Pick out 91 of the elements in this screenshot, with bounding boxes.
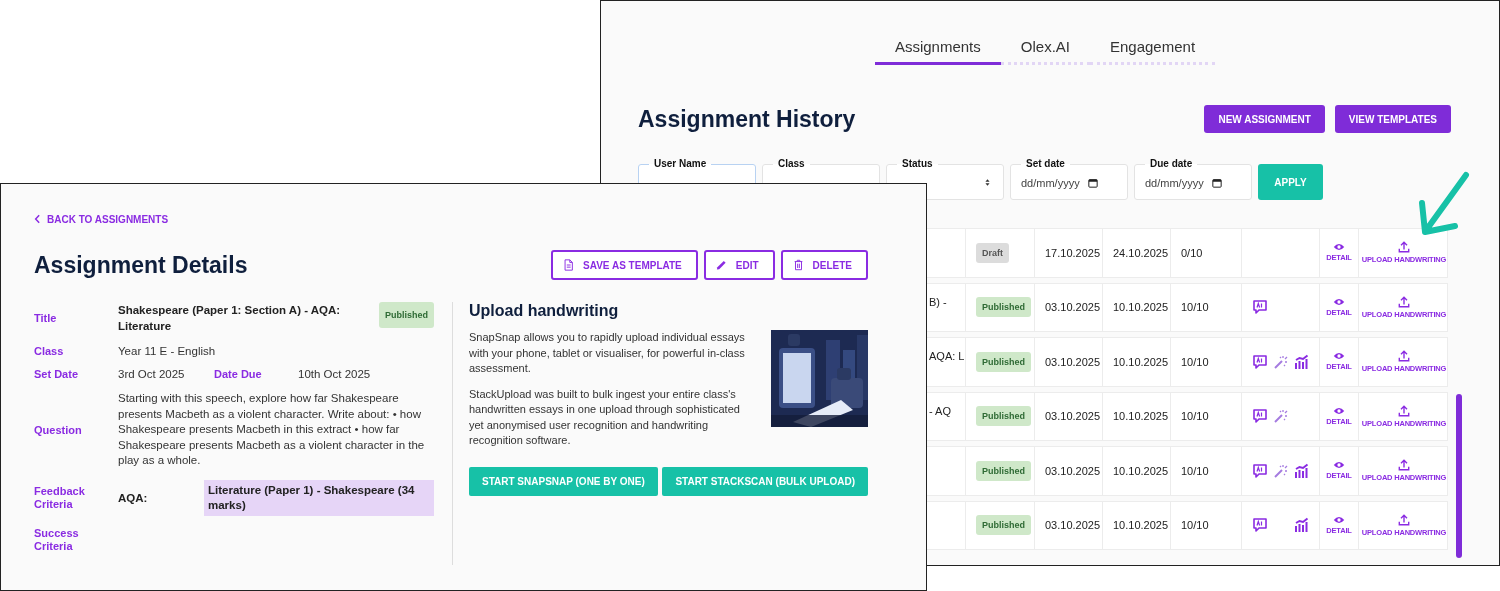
tab[interactable]: Engagement bbox=[1090, 34, 1216, 65]
table-cell: 10.10.2025 bbox=[1113, 301, 1169, 314]
table-cell: 10.10.2025 bbox=[1113, 519, 1169, 532]
paragraph: StackUpload was built to bulk ingest your entire class's handwritten essays in one upload through sophisticated yet anonymised user recognition and handwriting recognition software. bbox=[469, 386, 741, 448]
table-cell: 17.10.2025 bbox=[1045, 246, 1101, 259]
scrollbar[interactable] bbox=[1456, 394, 1462, 558]
upload-icon bbox=[1398, 295, 1410, 308]
table-cell: 10/10 bbox=[1181, 355, 1209, 368]
magic-wand-icon[interactable] bbox=[1273, 408, 1289, 425]
calendar-icon bbox=[1087, 177, 1098, 188]
exam-board: AQA: bbox=[118, 491, 149, 504]
pencil-icon bbox=[715, 259, 727, 271]
chat-bubble-icon[interactable] bbox=[1252, 408, 1268, 425]
criteria-tag: Literature (Paper 1) - Shakespeare (34 marks) bbox=[204, 479, 434, 516]
table-cell: 03.10.2025 bbox=[1045, 464, 1101, 477]
paragraph: SnapSnap allows you to rapidly upload individual essays with your phone, tablet or visualiser, for powerful in-class assessment. bbox=[469, 330, 746, 376]
table-cell: 10.10.2025 bbox=[1113, 464, 1169, 477]
section-heading: Upload handwriting bbox=[469, 302, 620, 320]
upload-icon bbox=[1398, 241, 1410, 254]
trash-icon bbox=[792, 259, 804, 271]
status-badge: Draft bbox=[976, 242, 1009, 263]
field-label: Class bbox=[34, 345, 65, 357]
field-value: Year 11 E - English bbox=[118, 345, 217, 357]
field-label: Date Due bbox=[214, 368, 263, 380]
question-text: Starting with this speech, explore how far Shakespeare presents Macbeth as a violent character. Write about: • how Shakespeare presents Macbeth in this extract • how far Shakespeare presents Macbeth as a violent character in the play as a whole. bbox=[118, 391, 426, 468]
field-label: Title bbox=[34, 312, 58, 324]
table-cell: 03.10.2025 bbox=[1045, 519, 1101, 532]
bar-chart-icon[interactable] bbox=[1294, 462, 1310, 479]
tab[interactable]: Assignments bbox=[874, 34, 1001, 65]
status-badge: Published bbox=[976, 351, 1031, 372]
calendar-icon bbox=[1211, 177, 1222, 188]
upload-icon bbox=[1398, 459, 1410, 472]
eye-icon bbox=[1333, 461, 1345, 470]
chat-bubble-icon[interactable] bbox=[1252, 517, 1268, 534]
field-label: Set Date bbox=[34, 368, 80, 380]
chat-bubble-icon[interactable] bbox=[1252, 353, 1268, 370]
filter-field[interactable]: Due date dd/mm/yyyy bbox=[1134, 158, 1252, 200]
magic-wand-icon[interactable] bbox=[1273, 462, 1289, 479]
table-cell: 03.10.2025 bbox=[1045, 355, 1101, 368]
primary-button[interactable]: NEW ASSIGNMENT bbox=[1204, 105, 1325, 133]
date-placeholder: dd/mm/yyyy bbox=[1145, 176, 1204, 189]
upload-icon bbox=[1398, 350, 1410, 363]
upload-icon bbox=[1398, 513, 1410, 526]
date-placeholder: dd/mm/yyyy bbox=[1021, 176, 1080, 189]
field-label: Feedback Criteria bbox=[34, 484, 86, 511]
magic-wand-icon[interactable] bbox=[1273, 353, 1289, 370]
page-title: Assignment History bbox=[638, 105, 856, 133]
table-cell: 10/10 bbox=[1181, 301, 1209, 314]
eye-icon bbox=[1333, 406, 1345, 415]
table-cell: 03.10.2025 bbox=[1045, 410, 1101, 423]
outline-button[interactable]: DELETE bbox=[780, 250, 868, 280]
filter-field[interactable]: Set date dd/mm/yyyy bbox=[1010, 158, 1128, 200]
field-label: Question bbox=[34, 423, 83, 436]
field-value: 3rd Oct 2025 bbox=[118, 368, 186, 380]
table-cell: AQA: L bbox=[929, 350, 965, 362]
chevron-left-icon bbox=[34, 214, 41, 224]
status-badge: Published bbox=[976, 460, 1031, 481]
table-cell: 10/10 bbox=[1181, 464, 1209, 477]
chat-bubble-icon[interactable] bbox=[1252, 299, 1268, 316]
table-cell: 10/10 bbox=[1181, 410, 1209, 423]
table-cell: B) - bbox=[929, 295, 947, 308]
eye-icon bbox=[1333, 297, 1345, 306]
table-cell: - AQ bbox=[929, 404, 951, 417]
tab[interactable]: Olex.AI bbox=[1000, 34, 1090, 65]
back-link[interactable]: BACK TO ASSIGNMENTS bbox=[34, 213, 169, 225]
select-caret-icon bbox=[985, 178, 990, 187]
primary-button[interactable]: VIEW TEMPLATES bbox=[1334, 105, 1451, 133]
page-title: Assignment Details bbox=[34, 251, 248, 279]
outline-button[interactable]: SAVE AS TEMPLATE bbox=[551, 250, 698, 280]
table-cell: 03.10.2025 bbox=[1045, 301, 1101, 314]
bar-chart-icon[interactable] bbox=[1294, 353, 1310, 370]
table-cell: 0/10 bbox=[1181, 246, 1203, 259]
eye-icon bbox=[1333, 243, 1345, 252]
table-cell: 10/10 bbox=[1181, 519, 1209, 532]
document-icon bbox=[563, 259, 575, 271]
table-cell: 24.10.2025 bbox=[1113, 246, 1169, 259]
table-cell: 10.10.2025 bbox=[1113, 355, 1169, 368]
field-label: Success Criteria bbox=[34, 526, 80, 553]
bar-chart-icon[interactable] bbox=[1294, 517, 1310, 534]
status-badge: Published bbox=[379, 302, 434, 328]
upload-icon bbox=[1398, 404, 1410, 417]
outline-button[interactable]: EDIT bbox=[703, 250, 775, 280]
field-value: 10th Oct 2025 bbox=[298, 368, 371, 380]
status-badge: Published bbox=[976, 297, 1031, 318]
status-badge: Published bbox=[976, 406, 1031, 427]
assignment-title: Shakespeare (Paper 1: Section A) - AQA: Literature bbox=[118, 303, 342, 334]
status-badge: Published bbox=[976, 515, 1031, 536]
eye-icon bbox=[1333, 515, 1345, 524]
table-cell: 10.10.2025 bbox=[1113, 410, 1169, 423]
eye-icon bbox=[1333, 352, 1345, 361]
chat-bubble-icon[interactable] bbox=[1252, 462, 1268, 479]
